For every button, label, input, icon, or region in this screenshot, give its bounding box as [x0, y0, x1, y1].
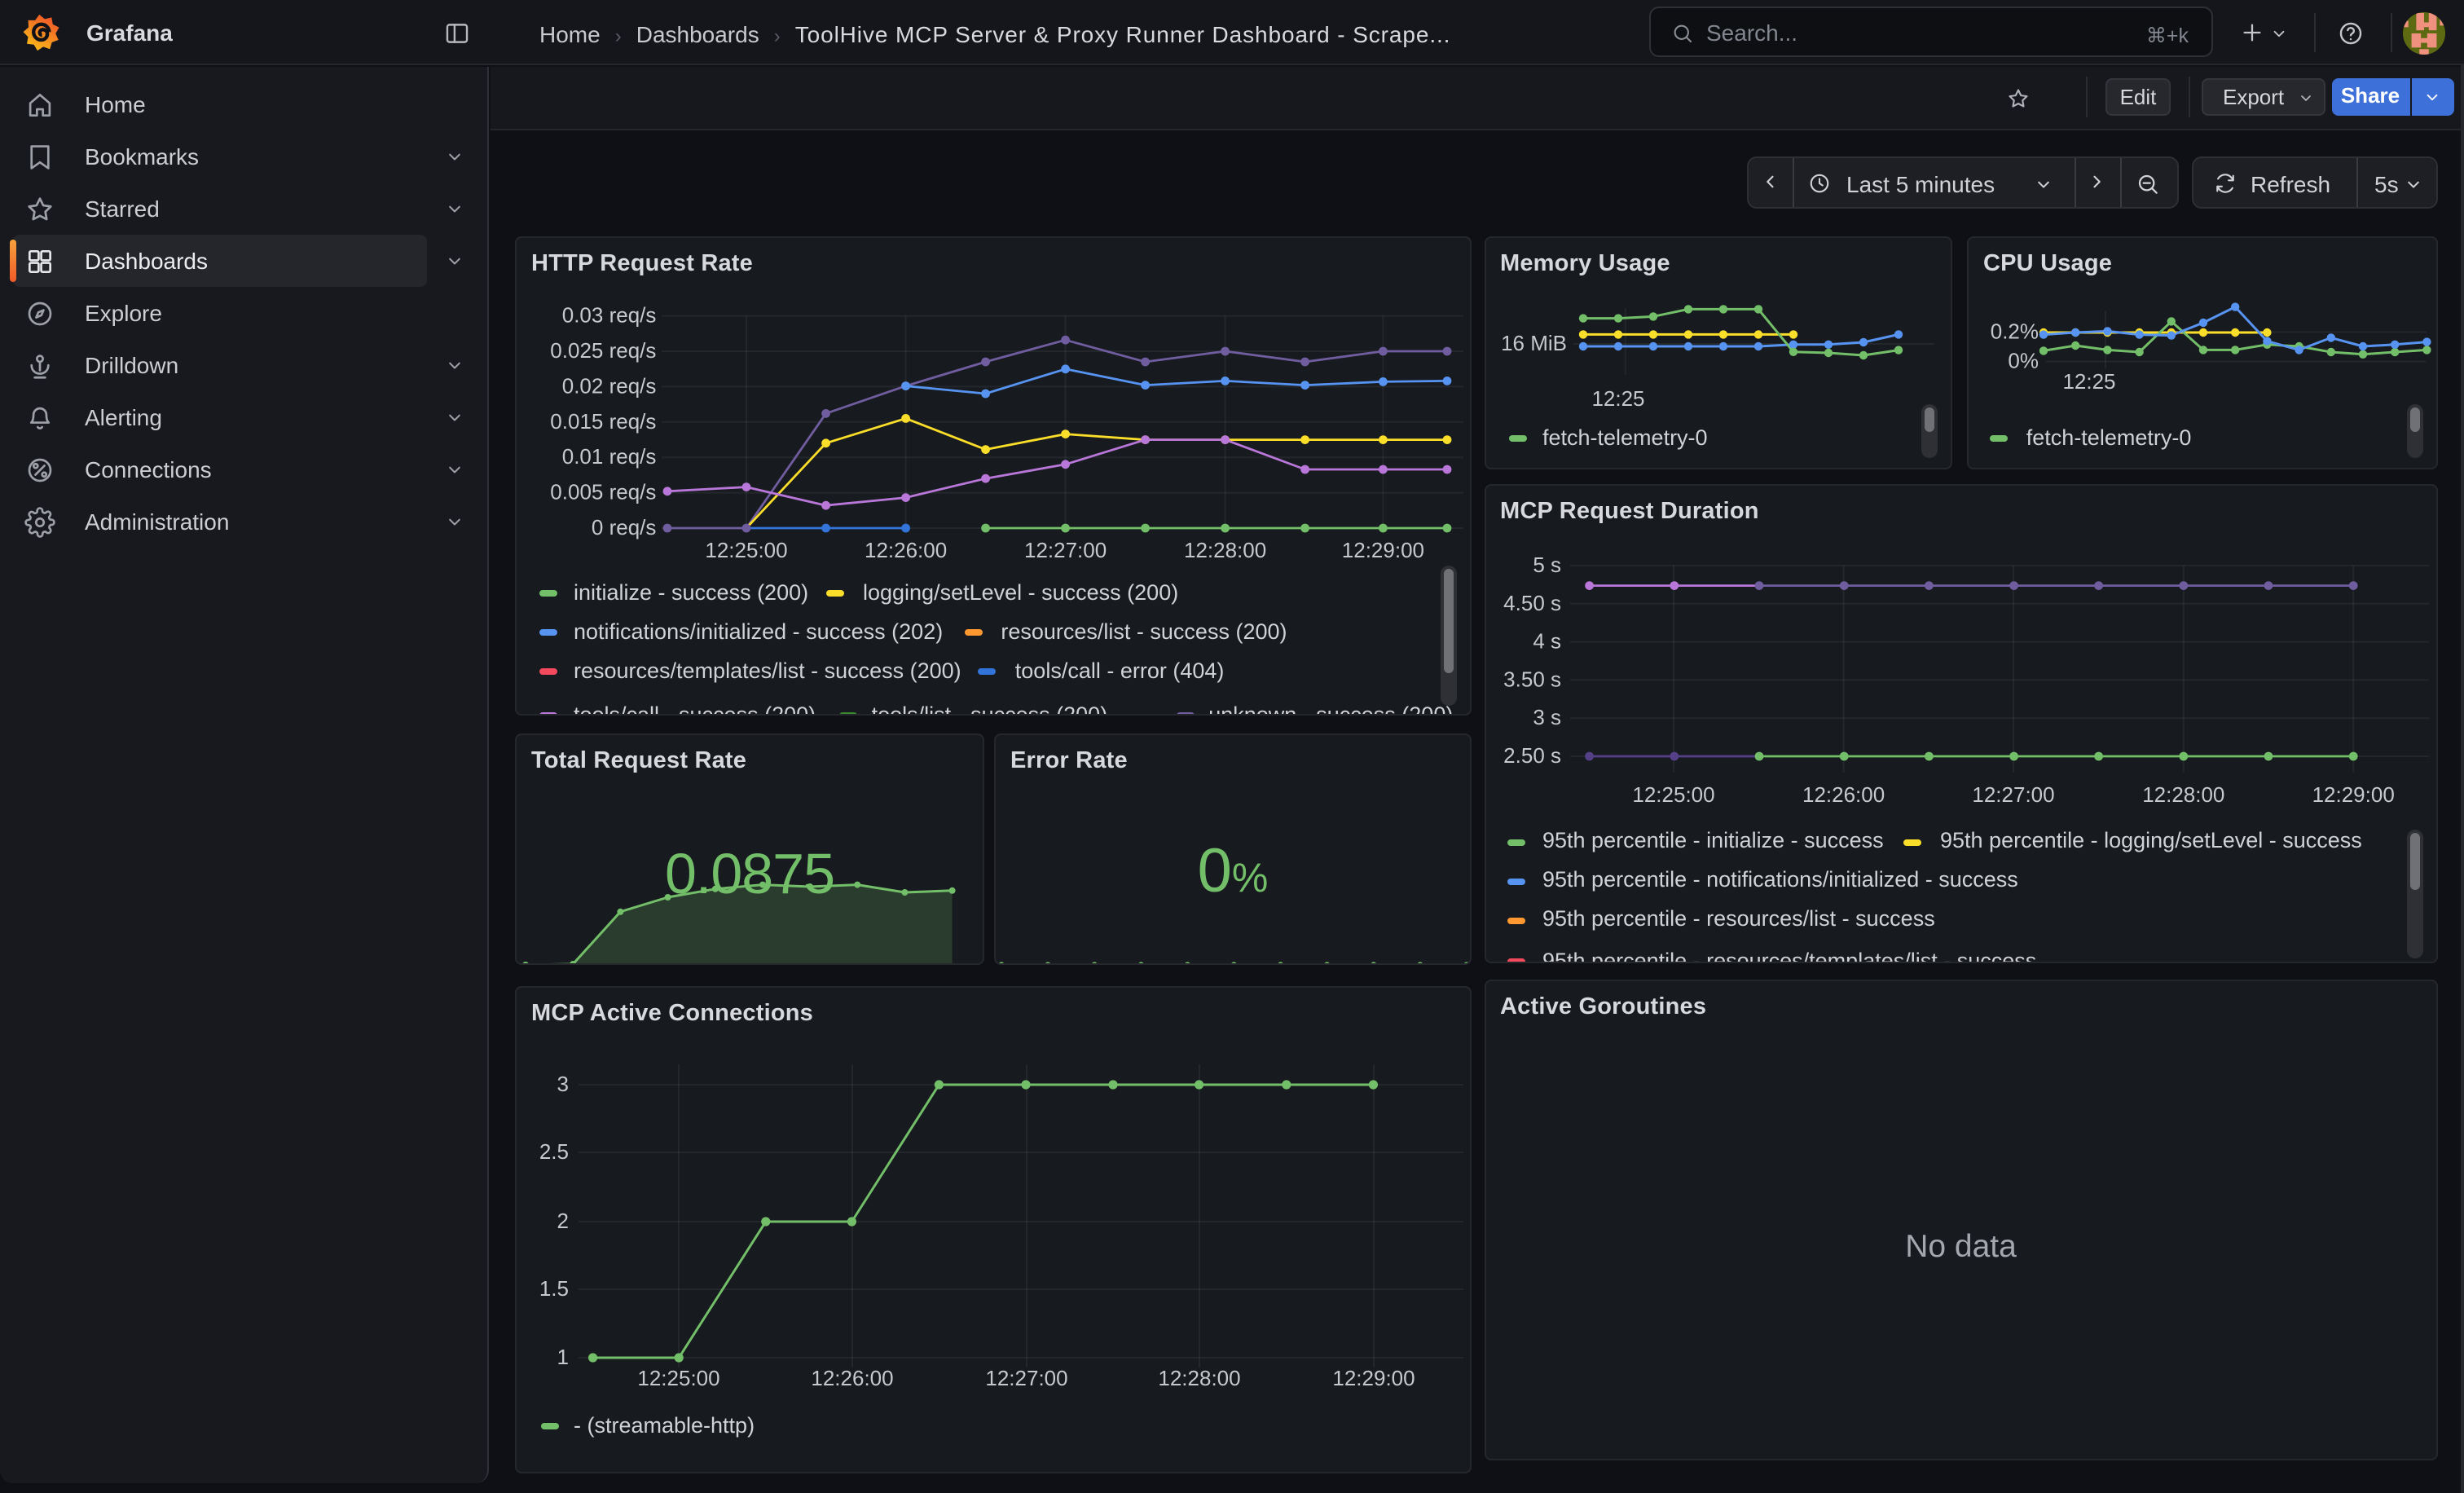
- svg-text:12:28:00: 12:28:00: [1184, 538, 1266, 562]
- svg-text:1: 1: [557, 1345, 569, 1369]
- svg-text:0%: 0%: [2008, 349, 2039, 373]
- svg-text:12:28:00: 12:28:00: [2141, 782, 2224, 807]
- svg-text:12:29:00: 12:29:00: [1342, 538, 1424, 562]
- svg-text:12:29:00: 12:29:00: [1332, 1366, 1415, 1390]
- svg-text:0.025 req/s: 0.025 req/s: [550, 338, 656, 363]
- svg-text:12:25: 12:25: [1591, 386, 1643, 411]
- svg-text:16 MiB: 16 MiB: [1500, 331, 1566, 355]
- svg-text:12:25: 12:25: [2062, 369, 2115, 394]
- svg-text:5 s: 5 s: [1532, 553, 1560, 577]
- svg-text:4.50 s: 4.50 s: [1503, 591, 1560, 615]
- svg-text:12:28:00: 12:28:00: [1158, 1366, 1240, 1390]
- svg-text:2.50 s: 2.50 s: [1503, 743, 1560, 768]
- svg-text:0.02 req/s: 0.02 req/s: [562, 373, 657, 398]
- svg-text:12:27:00: 12:27:00: [1024, 538, 1107, 562]
- svg-text:12:27:00: 12:27:00: [1971, 782, 2053, 807]
- svg-text:2: 2: [557, 1209, 569, 1233]
- svg-text:12:25:00: 12:25:00: [1631, 782, 1714, 807]
- svg-text:12:27:00: 12:27:00: [985, 1366, 1067, 1390]
- svg-text:1.5: 1.5: [539, 1276, 569, 1301]
- svg-text:3.50 s: 3.50 s: [1503, 667, 1560, 691]
- svg-text:12:29:00: 12:29:00: [2312, 782, 2394, 807]
- svg-text:0.005 req/s: 0.005 req/s: [550, 480, 656, 504]
- svg-text:12:25:00: 12:25:00: [637, 1366, 719, 1390]
- svg-text:0.01 req/s: 0.01 req/s: [562, 444, 657, 469]
- svg-text:12:25:00: 12:25:00: [705, 538, 787, 562]
- svg-text:12:26:00: 12:26:00: [811, 1366, 893, 1390]
- svg-text:0.2%: 0.2%: [1991, 319, 2039, 343]
- svg-text:2.5: 2.5: [539, 1139, 569, 1164]
- svg-text:12:26:00: 12:26:00: [865, 538, 947, 562]
- svg-text:0.015 req/s: 0.015 req/s: [550, 409, 656, 434]
- svg-text:3: 3: [557, 1072, 569, 1096]
- svg-text:0 req/s: 0 req/s: [592, 515, 657, 540]
- svg-text:3 s: 3 s: [1532, 705, 1560, 729]
- svg-text:0.03 req/s: 0.03 req/s: [562, 303, 657, 328]
- svg-text:4 s: 4 s: [1532, 629, 1560, 654]
- svg-text:12:26:00: 12:26:00: [1802, 782, 1884, 807]
